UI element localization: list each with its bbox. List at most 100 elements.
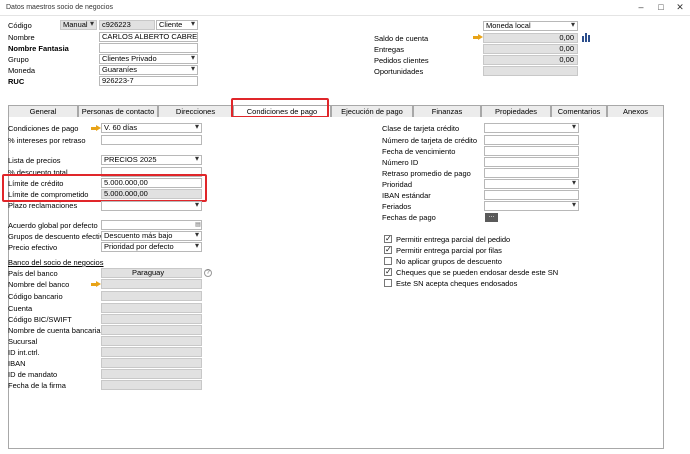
nombre-input[interactable]: CARLOS ALBERTO CABRERA bbox=[99, 32, 198, 42]
precio-efectivo-select[interactable]: Prioridad por defecto bbox=[101, 242, 202, 252]
tab-comentarios[interactable]: Comentarios bbox=[551, 105, 607, 117]
moneda-select[interactable]: Guaraníes bbox=[99, 65, 198, 75]
sucursal-input[interactable] bbox=[101, 336, 202, 346]
moneda-label: Moneda bbox=[8, 66, 36, 75]
title-bar: Datos maestros socio de negocios – □ ✕ bbox=[0, 0, 690, 16]
acuerdo-label: Acuerdo global por defecto bbox=[8, 221, 98, 230]
link-arrow-icon[interactable] bbox=[473, 34, 483, 41]
grupo-select[interactable]: Clientes Privado bbox=[99, 54, 198, 64]
fecha-vencimiento-input[interactable] bbox=[484, 146, 579, 156]
cuenta-input[interactable] bbox=[101, 303, 202, 313]
numero-tarjeta-label: Número de tarjeta de crédito bbox=[382, 136, 478, 145]
codigo-input[interactable]: c926223 bbox=[99, 20, 155, 30]
intereses-label: % intereses por retraso bbox=[8, 136, 86, 145]
link-arrow-icon[interactable] bbox=[91, 125, 101, 132]
bic-label: Código BIC/SWIFT bbox=[8, 315, 72, 324]
grupos-descuento-select[interactable]: Descuento más bajo bbox=[101, 231, 202, 241]
check-label-entrega-parcial-pedido: Permitir entrega parcial del pedido bbox=[396, 235, 511, 244]
nombre-cuenta-input[interactable] bbox=[101, 325, 202, 335]
feriados-select[interactable] bbox=[484, 201, 579, 211]
tab-anexos[interactable]: Anexos bbox=[607, 105, 664, 117]
numero-id-input[interactable] bbox=[484, 157, 579, 167]
acuerdo-input[interactable] bbox=[101, 220, 202, 230]
checkbox-acepta-cheques[interactable] bbox=[384, 279, 392, 287]
help-icon[interactable]: ? bbox=[204, 269, 212, 277]
numero-id-label: Número ID bbox=[382, 158, 419, 167]
nombre-fantasia-label: Nombre Fantasia bbox=[8, 44, 69, 53]
condiciones-label: Condiciones de pago bbox=[8, 124, 79, 133]
nombre-banco-label: Nombre del banco bbox=[8, 280, 70, 289]
entregas-value: 0,00 bbox=[483, 44, 578, 54]
retraso-input[interactable] bbox=[484, 168, 579, 178]
lista-precios-select[interactable]: PRECIOS 2025 bbox=[101, 155, 202, 165]
window-title: Datos maestros socio de negocios bbox=[6, 4, 113, 11]
codigo-mode-select[interactable]: Manual bbox=[60, 20, 97, 30]
fecha-firma-input[interactable] bbox=[101, 380, 202, 390]
precio-efectivo-label: Precio efectivo bbox=[8, 243, 58, 252]
link-arrow-icon[interactable] bbox=[91, 281, 101, 288]
oportunidades-label: Oportunidades bbox=[374, 67, 424, 76]
maximize-icon[interactable]: □ bbox=[652, 1, 670, 14]
codigo-bancario-label: Código bancario bbox=[8, 292, 63, 301]
checkbox-entrega-parcial-filas[interactable]: ✓ bbox=[384, 246, 392, 254]
ruc-input[interactable]: 926223-7 bbox=[99, 76, 198, 86]
check-label-no-aplicar-grupos: No aplicar grupos de descuento bbox=[396, 257, 502, 266]
tab-propiedades[interactable]: Propiedades bbox=[481, 105, 551, 117]
retraso-label: Retraso promedio de pago bbox=[382, 169, 471, 178]
highlight-tab-box bbox=[231, 98, 329, 118]
business-partner-window: Código Manual c926223 Cliente Nombre CAR… bbox=[0, 16, 690, 454]
intereses-input[interactable] bbox=[101, 135, 202, 145]
checkbox-entrega-parcial-pedido[interactable]: ✓ bbox=[384, 235, 392, 243]
saldo-value: 0,00 bbox=[483, 33, 578, 43]
condiciones-select[interactable]: V. 60 días bbox=[101, 123, 202, 133]
plazo-select[interactable] bbox=[101, 201, 202, 211]
id-ctrl-input[interactable] bbox=[101, 347, 202, 357]
saldo-label: Saldo de cuenta bbox=[374, 34, 429, 43]
pais-banco-label: País del banco bbox=[8, 269, 58, 278]
plazo-label: Plazo reclamaciones bbox=[8, 201, 78, 210]
sucursal-label: Sucursal bbox=[8, 337, 38, 346]
pais-banco-input[interactable]: Paraguay bbox=[101, 268, 202, 278]
prioridad-select[interactable] bbox=[484, 179, 579, 189]
close-icon[interactable]: ✕ bbox=[671, 1, 689, 14]
iban-input[interactable] bbox=[101, 358, 202, 368]
highlight-limits-box bbox=[2, 174, 207, 202]
checkbox-no-aplicar-grupos[interactable] bbox=[384, 257, 392, 265]
check-label-cheques-endosar: Cheques que se pueden endosar desde este… bbox=[396, 268, 559, 277]
tab-general[interactable]: General bbox=[8, 105, 78, 117]
iban-estandar-input[interactable] bbox=[484, 190, 579, 200]
tab-finanzas[interactable]: Finanzas bbox=[413, 105, 481, 117]
nombre-fantasia-input[interactable] bbox=[99, 43, 198, 53]
tab-bar: General Personas de contacto Direcciones… bbox=[8, 105, 664, 118]
codigo-bancario-input[interactable] bbox=[101, 291, 202, 301]
fecha-vencimiento-label: Fecha de vencimiento bbox=[382, 147, 456, 156]
tab-ejecucion-pago[interactable]: Ejecución de pago bbox=[331, 105, 413, 117]
moneda-local-select[interactable]: Moneda local bbox=[483, 21, 578, 31]
tab-personas-contacto[interactable]: Personas de contacto bbox=[78, 105, 158, 117]
oportunidades-value bbox=[483, 66, 578, 76]
codigo-label: Código bbox=[8, 21, 32, 30]
grupo-label: Grupo bbox=[8, 55, 29, 64]
bic-input[interactable] bbox=[101, 314, 202, 324]
tipo-select[interactable]: Cliente bbox=[156, 20, 198, 30]
id-mandato-input[interactable] bbox=[101, 369, 202, 379]
fechas-pago-label: Fechas de pago bbox=[382, 213, 436, 222]
fechas-pago-button[interactable]: ... bbox=[485, 212, 498, 222]
prioridad-label: Prioridad bbox=[382, 180, 413, 189]
numero-tarjeta-input[interactable] bbox=[484, 135, 579, 145]
clase-tarjeta-select[interactable] bbox=[484, 123, 579, 133]
nombre-banco-input[interactable] bbox=[101, 279, 202, 289]
pedidos-value: 0,00 bbox=[483, 55, 578, 65]
feriados-label: Feriados bbox=[382, 202, 412, 211]
bar-chart-icon[interactable] bbox=[581, 32, 591, 42]
fecha-firma-label: Fecha de la firma bbox=[8, 381, 66, 390]
checkbox-cheques-endosar[interactable]: ✓ bbox=[384, 268, 392, 276]
nombre-cuenta-label: Nombre de cuenta bancaria bbox=[8, 326, 101, 335]
list-icon[interactable]: ▤ bbox=[195, 222, 201, 228]
id-mandato-label: ID de mandato bbox=[8, 370, 58, 379]
iban-label: IBAN bbox=[8, 359, 26, 368]
minimize-icon[interactable]: – bbox=[632, 1, 650, 14]
ruc-label: RUC bbox=[8, 77, 25, 86]
banco-section-title: Banco del socio de negocios bbox=[8, 258, 104, 267]
tab-direcciones[interactable]: Direcciones bbox=[158, 105, 233, 117]
